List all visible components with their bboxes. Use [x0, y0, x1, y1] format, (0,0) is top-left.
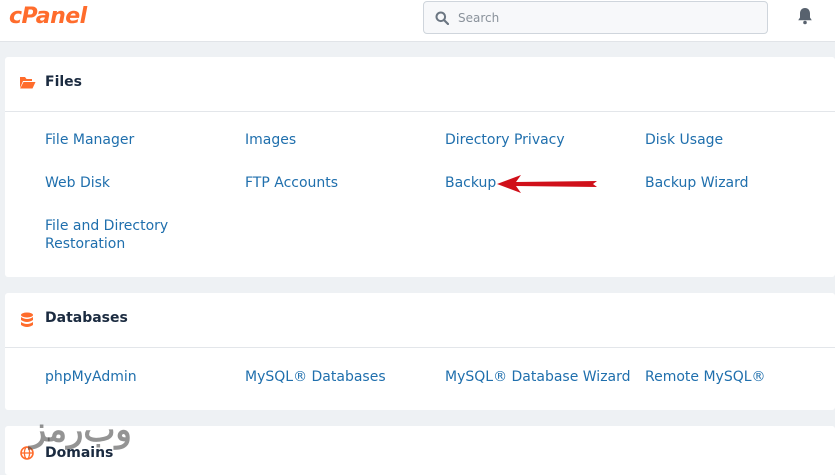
annotation-arrow	[497, 175, 597, 193]
databases-title: Databases	[45, 310, 128, 326]
disk-usage-link[interactable]: Disk Usage	[645, 131, 723, 149]
databases-header[interactable]: Databases	[5, 293, 835, 348]
web-disk-link[interactable]: Web Disk	[45, 174, 110, 192]
backup-wizard-link[interactable]: Backup Wizard	[645, 174, 749, 192]
mysql-databases-link[interactable]: MySQL® Databases	[245, 368, 386, 386]
backup-link[interactable]: Backup	[445, 174, 496, 192]
directory-privacy-link[interactable]: Directory Privacy	[445, 131, 565, 149]
file-manager-link[interactable]: File Manager	[45, 131, 134, 149]
images-link[interactable]: Images	[245, 131, 296, 149]
mysql-database-wizard-link[interactable]: MySQL® Database Wizard	[445, 368, 631, 386]
files-header[interactable]: Files	[5, 57, 835, 112]
search-icon	[435, 11, 449, 25]
cpanel-logo[interactable]: cPanel	[9, 4, 87, 29]
folder-open-icon	[20, 77, 36, 89]
search-input[interactable]	[458, 2, 758, 33]
files-title: Files	[45, 74, 82, 90]
remote-mysql-link[interactable]: Remote MySQL®	[645, 368, 766, 386]
notification-bell-icon[interactable]	[797, 7, 813, 25]
phpmyadmin-link[interactable]: phpMyAdmin	[45, 368, 137, 386]
databases-panel: Databases phpMyAdmin MySQL® Databases My…	[5, 293, 835, 410]
top-bar: cPanel	[0, 0, 835, 42]
ftp-accounts-link[interactable]: FTP Accounts	[245, 174, 338, 192]
database-icon	[21, 312, 33, 327]
file-and-directory-restoration-link[interactable]: File and Directory Restoration	[45, 217, 185, 253]
files-panel: Files File Manager Images Directory Priv…	[5, 57, 835, 277]
search-box[interactable]	[423, 1, 768, 34]
watermark-logo: وب‌رمز	[30, 410, 132, 450]
